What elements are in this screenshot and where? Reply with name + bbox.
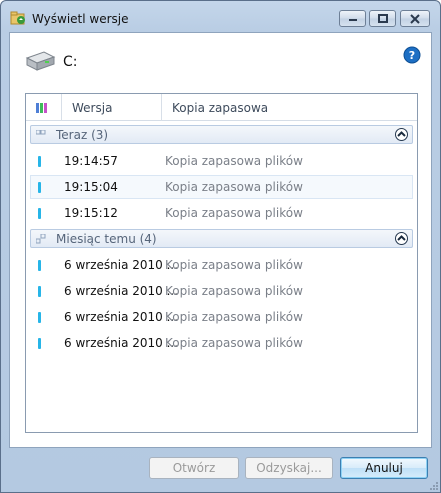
list-header: Wersja Kopia zapasowa — [26, 94, 417, 121]
versions-list[interactable]: Wersja Kopia zapasowa Teraz (3) 19:14:57… — [25, 93, 418, 433]
close-icon — [410, 13, 420, 24]
table-row[interactable]: 6 września 2010 ... Kopia zapasowa plikó… — [30, 253, 413, 277]
row-backup: Kopia zapasowa plików — [165, 180, 303, 194]
backup-marker-icon — [38, 156, 41, 167]
collapse-icon — [397, 131, 406, 137]
title-bar[interactable]: Wyświetl wersje — [1, 1, 440, 33]
row-version: 6 września 2010 ... — [64, 284, 179, 298]
row-backup: Kopia zapasowa plików — [165, 336, 303, 350]
drive-label: C: — [63, 54, 78, 70]
dialog-content: C: ? Wersja Kopia zapasowa Teraz (3) 19:… — [9, 32, 432, 448]
dialog-window: Wyświetl wersje C: ? Wersja Kopia zapaso… — [0, 0, 441, 493]
backup-marker-icon — [38, 208, 41, 219]
hard-drive-icon — [25, 51, 56, 71]
row-version: 19:14:57 — [64, 154, 118, 168]
row-version: 6 września 2010 ... — [64, 310, 179, 324]
column-header-backup[interactable]: Kopia zapasowa — [172, 101, 268, 115]
window-title: Wyświetl wersje — [32, 12, 129, 26]
table-row[interactable]: 6 września 2010 ... Kopia zapasowa plikó… — [30, 305, 413, 329]
backup-type-icon[interactable] — [36, 103, 48, 113]
close-button[interactable] — [400, 10, 430, 27]
cancel-button[interactable]: Anuluj — [340, 457, 428, 479]
backup-marker-icon — [38, 286, 41, 297]
row-backup: Kopia zapasowa plików — [165, 206, 303, 220]
table-row[interactable]: 19:14:57 Kopia zapasowa plików — [30, 149, 413, 173]
group-icon — [36, 130, 46, 135]
column-separator[interactable] — [161, 94, 162, 121]
row-version: 19:15:12 — [64, 206, 118, 220]
group-label: Teraz (3) — [56, 128, 109, 142]
group-icon — [36, 234, 46, 244]
maximize-button[interactable] — [369, 10, 396, 27]
help-icon[interactable]: ? — [403, 46, 421, 64]
row-version: 19:15:04 — [64, 180, 118, 194]
recover-button[interactable]: Odzyskaj... — [245, 457, 333, 479]
backup-marker-icon — [38, 312, 41, 323]
resize-grip-icon[interactable] — [429, 481, 439, 491]
backup-marker-icon — [38, 182, 41, 193]
table-row[interactable]: 19:15:12 Kopia zapasowa plików — [30, 201, 413, 225]
collapse-group-button[interactable] — [395, 232, 408, 245]
row-version: 6 września 2010 ... — [64, 258, 179, 272]
collapse-icon — [397, 235, 406, 241]
open-button[interactable]: Otwórz — [149, 457, 239, 479]
table-row[interactable]: 19:15:04 Kopia zapasowa plików — [30, 175, 413, 199]
maximize-icon — [377, 13, 388, 23]
minimize-button[interactable] — [339, 10, 366, 27]
minimize-icon — [348, 18, 357, 21]
svg-text:?: ? — [409, 49, 415, 62]
row-backup: Kopia zapasowa plików — [165, 310, 303, 324]
folder-versions-icon — [10, 11, 25, 25]
group-header-now[interactable]: Teraz (3) — [30, 125, 413, 144]
group-header-month-ago[interactable]: Miesiąc temu (4) — [30, 229, 413, 248]
group-label: Miesiąc temu (4) — [56, 232, 157, 246]
row-backup: Kopia zapasowa plików — [165, 258, 303, 272]
column-header-version[interactable]: Wersja — [72, 101, 112, 115]
table-row[interactable]: 6 września 2010 ... Kopia zapasowa plikó… — [30, 331, 413, 355]
column-separator[interactable] — [61, 94, 62, 121]
collapse-group-button[interactable] — [395, 128, 408, 141]
row-backup: Kopia zapasowa plików — [165, 154, 303, 168]
row-version: 6 września 2010 ... — [64, 336, 179, 350]
row-backup: Kopia zapasowa plików — [165, 284, 303, 298]
backup-marker-icon — [38, 338, 41, 349]
backup-marker-icon — [38, 260, 41, 271]
table-row[interactable]: 6 września 2010 ... Kopia zapasowa plikó… — [30, 279, 413, 303]
